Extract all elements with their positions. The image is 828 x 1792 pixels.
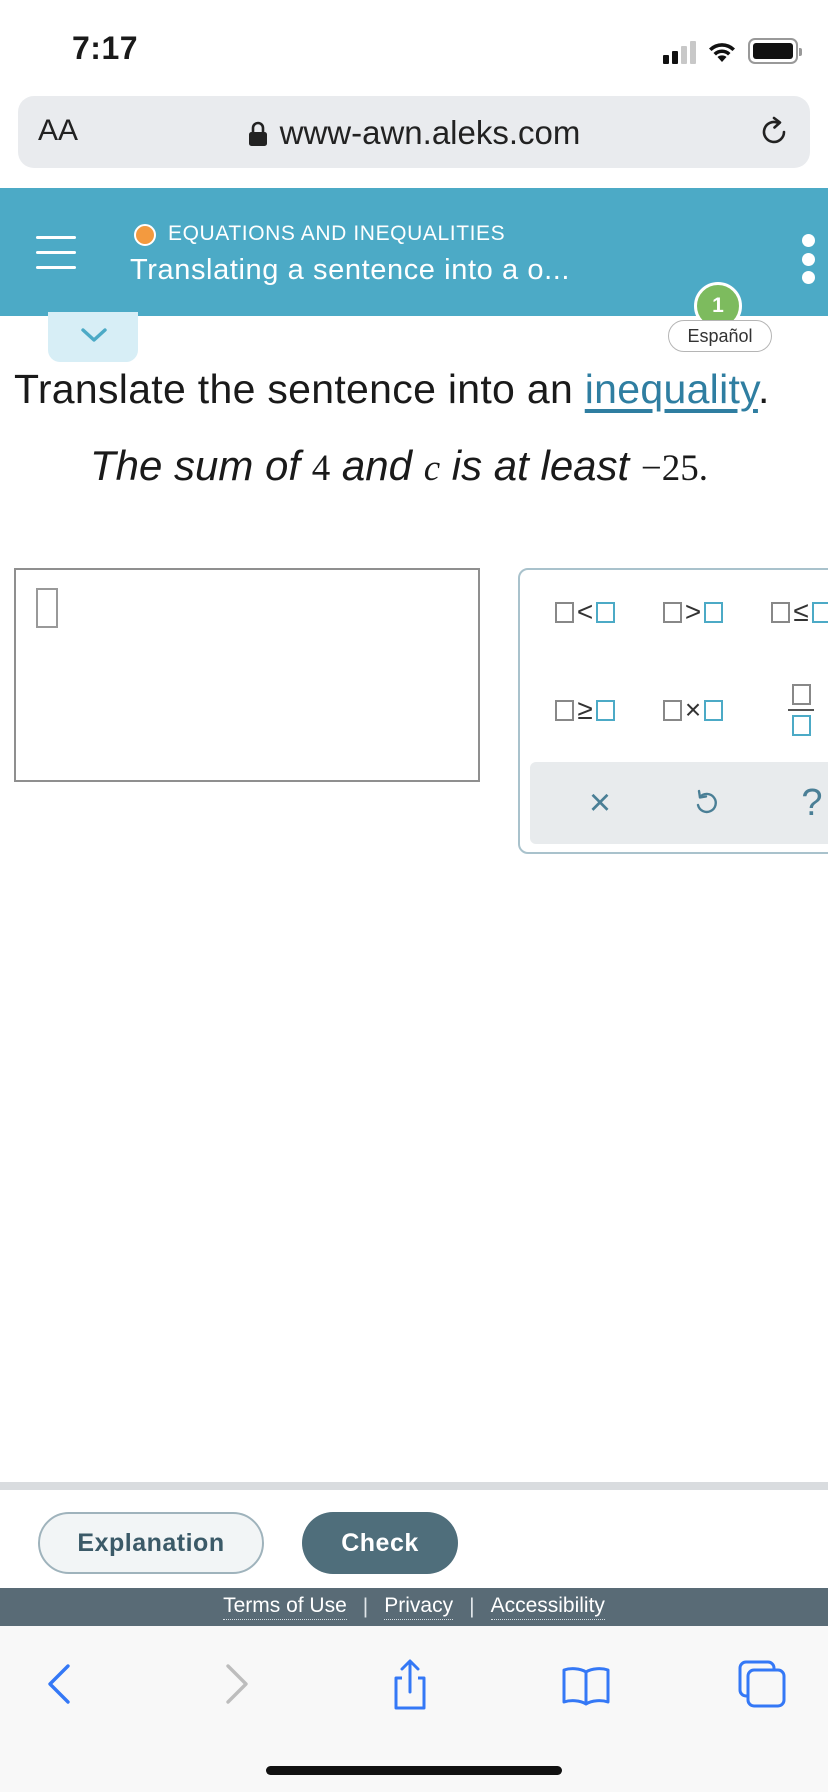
- sentence-part: The sum of: [90, 442, 312, 489]
- share-icon[interactable]: [382, 1656, 438, 1712]
- hamburger-menu-icon[interactable]: [36, 236, 76, 270]
- prompt-end: .: [757, 366, 770, 412]
- address-bar[interactable]: AA www-awn.aleks.com: [18, 96, 810, 168]
- question-prompt: Translate the sentence into an inequalit…: [14, 366, 770, 413]
- check-button[interactable]: Check: [302, 1512, 458, 1574]
- undo-icon[interactable]: [676, 778, 736, 828]
- separator: |: [362, 1595, 369, 1618]
- chevron-down-icon: [81, 328, 107, 342]
- math-variable-c: c: [423, 448, 441, 489]
- more-options-icon[interactable]: [802, 234, 816, 284]
- fraction-icon: [788, 684, 814, 736]
- forward-icon[interactable]: [206, 1656, 262, 1712]
- topic-status-dot: [134, 224, 156, 246]
- topic-category: EQUATIONS AND INEQUALITIES: [168, 222, 506, 245]
- help-icon[interactable]: ?: [782, 778, 828, 828]
- accessibility-link[interactable]: Accessibility: [490, 1594, 605, 1620]
- legal-links-bar: Terms of Use | Privacy | Accessibility: [0, 1588, 828, 1626]
- keypad-actions: × ?: [530, 762, 828, 844]
- lock-icon: [248, 121, 267, 146]
- answer-placeholder-slot[interactable]: [36, 588, 58, 628]
- key-operator: ≤: [793, 596, 809, 627]
- tabs-icon[interactable]: [734, 1656, 790, 1712]
- wifi-icon: [709, 43, 735, 62]
- terms-of-use-link[interactable]: Terms of Use: [223, 1594, 347, 1620]
- collapse-tab[interactable]: [48, 312, 138, 362]
- footer-divider: [0, 1482, 828, 1490]
- math-number-neg25: −25.: [640, 448, 709, 489]
- battery-icon: [748, 38, 802, 64]
- greater-equal-key[interactable]: ≥: [540, 680, 630, 740]
- explanation-button[interactable]: Explanation: [38, 1512, 264, 1574]
- cellular-signal-icon: [663, 40, 696, 64]
- greater-than-key[interactable]: >: [648, 582, 738, 642]
- sentence-part: and: [330, 442, 424, 489]
- key-operator: ≥: [577, 694, 593, 725]
- clear-icon[interactable]: ×: [570, 778, 630, 828]
- math-number-4: 4: [311, 448, 331, 489]
- reload-icon[interactable]: [756, 114, 792, 150]
- bookmarks-icon[interactable]: [558, 1656, 614, 1712]
- inequality-link[interactable]: inequality: [585, 366, 758, 412]
- key-operator: >: [684, 596, 702, 627]
- math-keypad: < > ≤ ≥ × × ?: [518, 568, 828, 854]
- status-icons: [663, 36, 802, 64]
- less-than-key[interactable]: <: [540, 582, 630, 642]
- status-bar: 7:17: [0, 0, 828, 90]
- back-icon[interactable]: [34, 1656, 90, 1712]
- prompt-text: Translate the sentence into an: [14, 366, 585, 412]
- espanol-button[interactable]: Español: [668, 320, 772, 352]
- key-operator: ×: [684, 694, 702, 725]
- less-equal-key[interactable]: ≤: [756, 582, 828, 642]
- key-operator: <: [576, 596, 594, 627]
- sentence-part: is at least: [440, 442, 641, 489]
- answer-input[interactable]: [14, 568, 480, 782]
- privacy-link[interactable]: Privacy: [384, 1594, 454, 1620]
- question-sentence: The sum of 4 and c is at least −25.: [90, 442, 708, 490]
- times-key[interactable]: ×: [648, 680, 738, 740]
- separator: |: [469, 1595, 475, 1618]
- url-display[interactable]: www-awn.aleks.com: [18, 114, 810, 152]
- url-text: www-awn.aleks.com: [279, 114, 581, 151]
- status-time: 7:17: [72, 30, 139, 66]
- home-indicator: [266, 1766, 562, 1775]
- topic-title: Translating a sentence into a o...: [130, 254, 571, 286]
- fraction-key[interactable]: [756, 680, 828, 740]
